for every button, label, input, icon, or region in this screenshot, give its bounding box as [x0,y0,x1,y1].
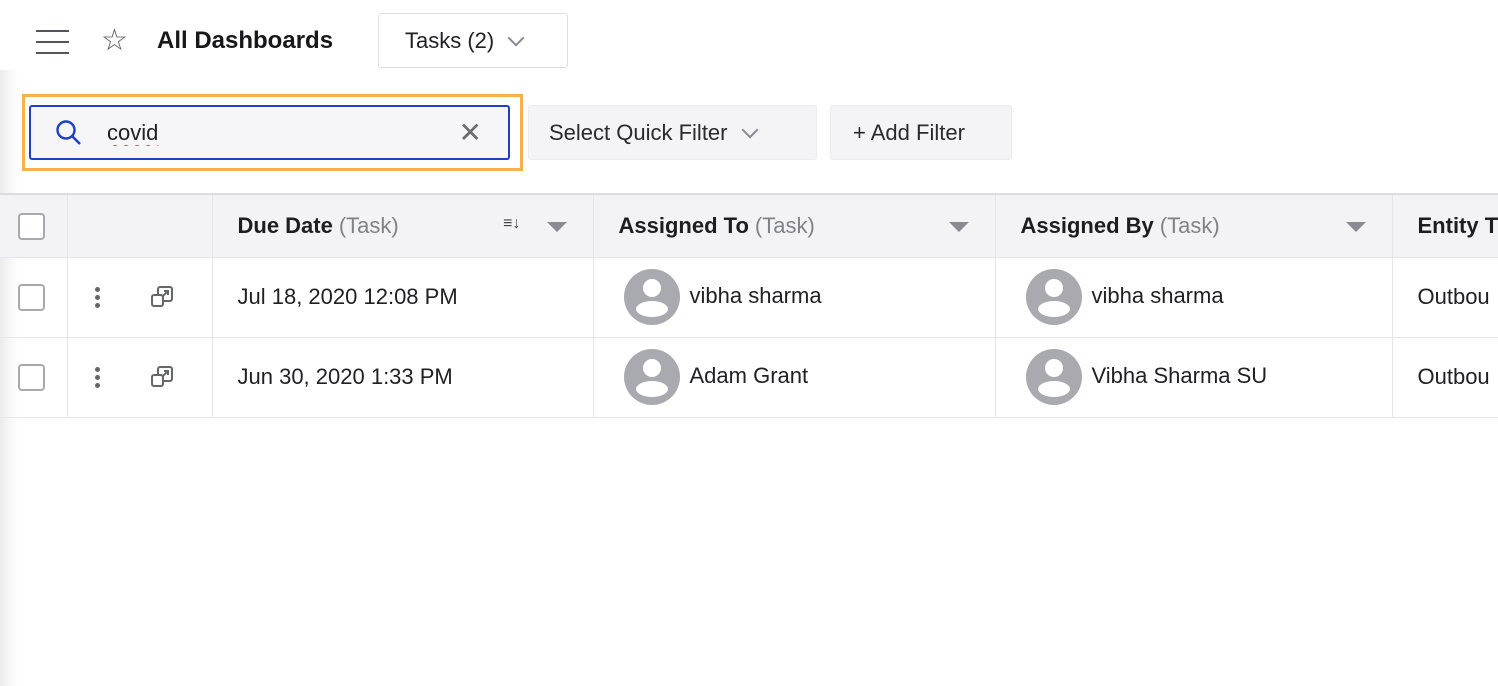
add-filter-label: + Add Filter [853,119,965,145]
row-checkbox[interactable] [18,283,45,311]
column-header-due-date[interactable]: Due Date (Task) ≡↓ [212,193,594,258]
tasks-table: Due Date (Task) ≡↓ Assigned To (Task) Assig… [0,193,1498,418]
star-icon[interactable]: ☆ [101,24,128,58]
column-header-assigned-to[interactable]: Assigned To (Task) [593,193,996,258]
assigned-by-cell: Vibha Sharma SU [995,336,1393,418]
row-select-cell [0,256,68,338]
row-actions [67,336,213,418]
assigned-to-cell: Adam Grant [593,336,996,418]
assignee-name: Adam Grant [689,362,809,388]
page-title: All Dashboards [157,27,334,54]
quick-filter-button[interactable]: Select Quick Filter [528,105,817,160]
search-input[interactable] [107,119,447,146]
hamburger-icon[interactable] [36,30,69,54]
search-box[interactable]: ✕ [29,105,510,160]
row-actions [67,256,213,338]
open-external-icon[interactable] [149,284,175,310]
due-date-cell: Jun 30, 2020 1:33 PM [212,336,594,418]
actions-header [67,193,213,258]
assignee-name: vibha sharma [689,282,822,308]
avatar [1025,269,1082,325]
due-date-cell: Jul 18, 2020 12:08 PM [212,256,594,338]
row-checkbox[interactable] [18,363,45,391]
open-external-icon[interactable] [149,364,175,390]
assigner-name: vibha sharma [1091,282,1224,308]
close-icon[interactable]: ✕ [459,119,482,147]
add-filter-button[interactable]: + Add Filter [830,105,1012,160]
entity-cell: Outbou [1392,336,1498,418]
entity-cell: Outbou [1392,256,1498,338]
table-header: Due Date (Task) ≡↓ Assigned To (Task) Assig… [0,193,1498,258]
more-options-icon[interactable] [94,284,101,311]
chevron-down-icon [741,121,758,138]
search-icon [56,119,81,145]
avatar [1025,349,1082,405]
caret-down-icon[interactable] [1345,222,1366,232]
sort-icon[interactable]: ≡↓ [503,215,520,233]
tasks-dropdown[interactable]: Tasks (2) [378,13,568,68]
avatar [623,269,680,325]
chevron-down-icon [507,29,525,46]
select-all-cell [0,193,68,258]
select-all-checkbox[interactable] [18,212,45,240]
caret-down-icon[interactable] [948,222,969,232]
tasks-dropdown-label: Tasks (2) [405,27,495,53]
table-row[interactable]: Jul 18, 2020 12:08 PM vibha sharma vibha… [0,256,1498,338]
more-options-icon[interactable] [94,364,101,391]
caret-down-icon[interactable] [546,222,567,232]
assigned-by-cell: vibha sharma [995,256,1393,338]
assigner-name: Vibha Sharma SU [1091,362,1268,388]
table-row[interactable]: Jun 30, 2020 1:33 PM Adam Grant Vibha Sh… [0,336,1498,418]
row-select-cell [0,336,68,418]
quick-filter-label: Select Quick Filter [549,119,728,145]
column-header-entity[interactable]: Entity T [1392,193,1498,258]
column-header-assigned-by[interactable]: Assigned By (Task) [995,193,1393,258]
avatar [623,349,680,405]
assigned-to-cell: vibha sharma [593,256,996,338]
